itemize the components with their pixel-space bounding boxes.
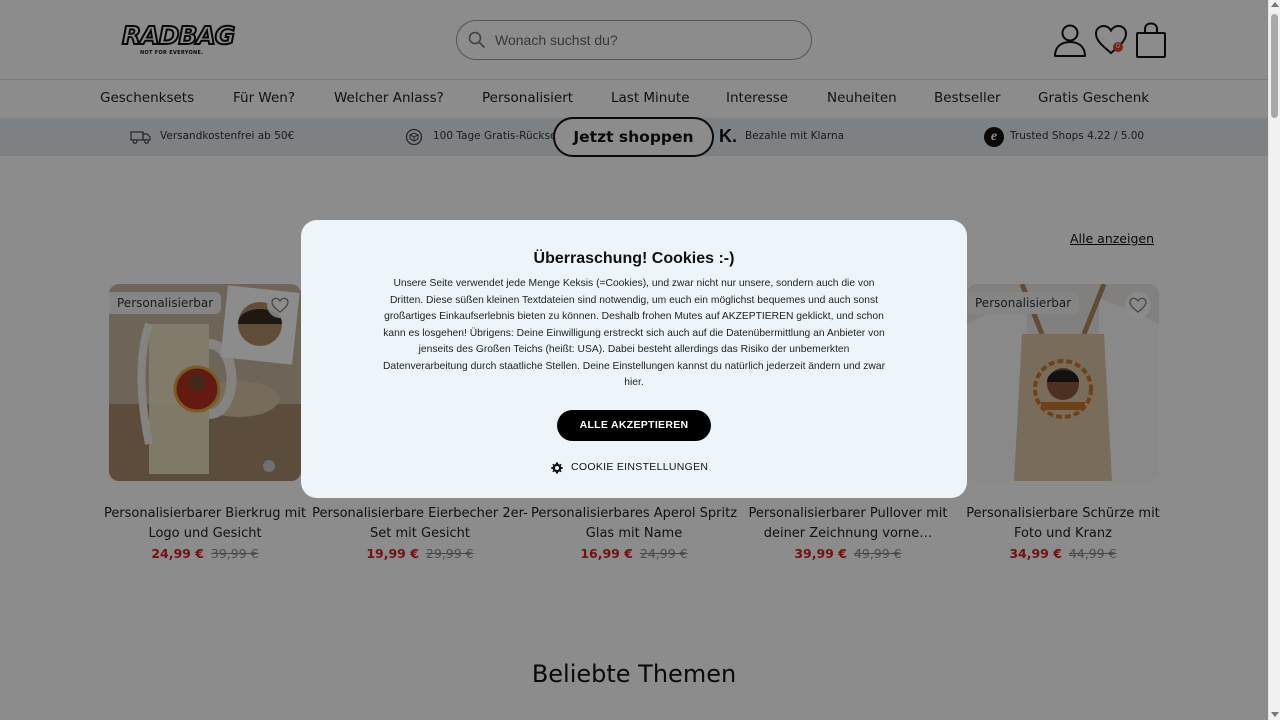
cookie-consent-dialog: Überraschung! Cookies :-) Unsere Seite v… <box>301 220 967 498</box>
scroll-down-arrow-icon[interactable] <box>1271 712 1279 717</box>
page-scrollbar[interactable] <box>1268 0 1280 720</box>
gear-icon <box>551 462 563 474</box>
accept-all-cookies-button[interactable]: ALLE AKZEPTIEREN <box>557 410 711 441</box>
scrollbar-thumb[interactable] <box>1271 14 1278 118</box>
cookie-dialog-title: Überraschung! Cookies :-) <box>533 250 735 267</box>
scroll-up-arrow-icon[interactable] <box>1271 2 1279 7</box>
cookie-settings-label: COOKIE EINSTELLUNGEN <box>571 461 709 473</box>
cookie-dialog-text: Unsere Seite verwendet jede Menge Keksis… <box>383 278 885 388</box>
